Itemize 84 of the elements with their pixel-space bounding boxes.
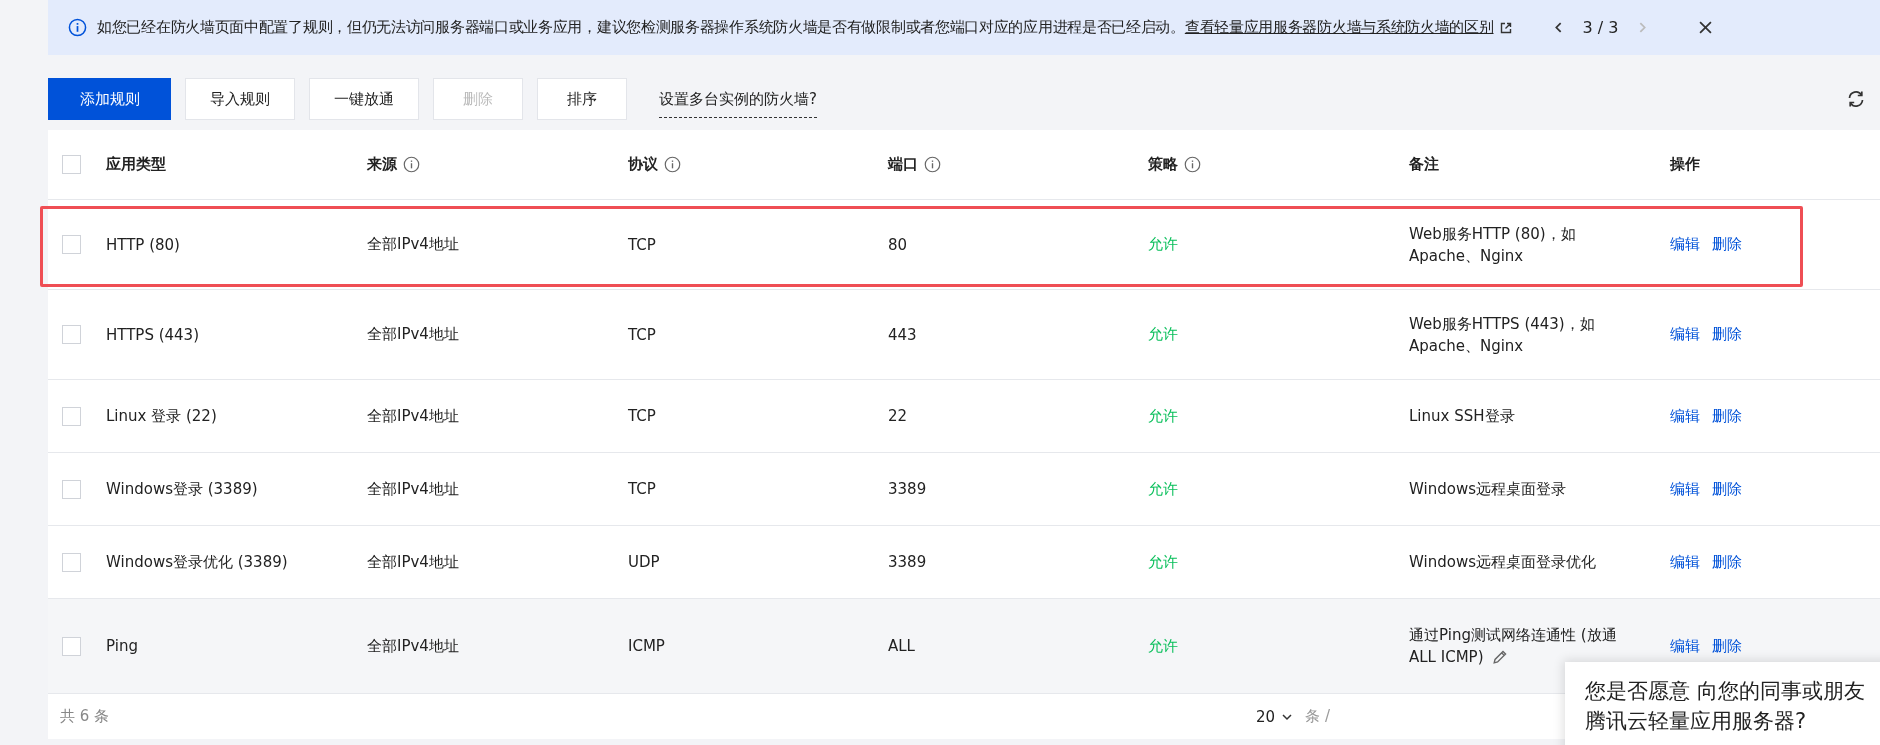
action-link[interactable]: 删除	[1712, 325, 1742, 344]
table-cell-text: 通过Ping测试网络连通性 (放通 ALL ICMP)	[1409, 625, 1618, 668]
difference-link[interactable]: 查看轻量应用服务器防火墙与系统防火墙的区别	[1184, 18, 1494, 37]
policy-status: 允许	[1148, 636, 1178, 656]
close-icon[interactable]	[1699, 21, 1713, 34]
page-size-select[interactable]: 20	[1256, 707, 1294, 726]
table-cell: HTTPS (443)	[106, 325, 199, 344]
table-cell: 80	[888, 235, 908, 254]
policy-status: 允许	[1148, 479, 1178, 499]
column-header: 备注	[1409, 155, 1439, 174]
notice-text: 如您已经在防火墙页面中配置了规则，但仍无法访问服务器端口或业务应用，建议您检测服务器操作系统防火墙是否有做限制或者您端口对应的应用进程是否已经启动。	[97, 18, 1185, 37]
action-link[interactable]: 编辑	[1670, 235, 1700, 254]
table-cell: TCP	[628, 235, 656, 254]
column-header: 来源	[367, 155, 397, 174]
table-cell: 全部IPv4地址	[367, 235, 459, 254]
row-checkbox[interactable]	[62, 406, 81, 426]
column-header: 策略	[1148, 155, 1178, 174]
table-cell-text: Windows远程桌面登录优化	[1409, 552, 1596, 573]
total-count: 共 6 条	[60, 707, 110, 726]
select-all-checkbox[interactable]	[62, 155, 81, 174]
table-cell: 全部IPv4地址	[367, 636, 459, 656]
action-link[interactable]: 编辑	[1670, 325, 1700, 344]
row-checkbox[interactable]	[62, 552, 81, 572]
row-checkbox[interactable]	[62, 325, 81, 344]
toolbar-button[interactable]: 一键放通	[309, 78, 419, 120]
table-cell: TCP	[628, 325, 656, 344]
page-size-unit: 条 /	[1305, 707, 1330, 726]
info-icon[interactable]	[403, 156, 420, 173]
action-link[interactable]: 编辑	[1670, 479, 1700, 499]
table-cell: 3389	[888, 480, 927, 498]
policy-status: 允许	[1148, 235, 1178, 254]
action-link[interactable]: 删除	[1712, 406, 1742, 426]
table-cell: 443	[888, 325, 917, 344]
column-header: 应用类型	[106, 155, 166, 174]
action-link[interactable]: 删除	[1712, 479, 1742, 499]
table-cell: TCP	[628, 407, 656, 425]
policy-status: 允许	[1148, 325, 1178, 344]
table-cell: ALL	[888, 637, 915, 655]
multi-instance-link[interactable]: 设置多台实例的防火墙?	[659, 80, 817, 118]
table-cell: 全部IPv4地址	[367, 552, 459, 572]
table-cell-text: Web服务HTTP (80)，如 Apache、Nginx	[1409, 223, 1577, 267]
toolbar-button[interactable]: 排序	[537, 78, 627, 120]
row-checkbox[interactable]	[62, 479, 81, 499]
pencil-icon[interactable]	[1491, 649, 1509, 666]
action-link[interactable]: 删除	[1712, 552, 1742, 572]
info-icon[interactable]	[1184, 156, 1201, 173]
table-cell: 全部IPv4地址	[367, 325, 459, 344]
column-header: 协议	[628, 155, 658, 174]
table-cell: TCP	[628, 480, 656, 498]
row-checkbox[interactable]	[62, 636, 81, 656]
row-checkbox[interactable]	[62, 235, 81, 254]
info-icon	[68, 18, 87, 37]
table-cell-text: Linux SSH登录	[1409, 406, 1515, 427]
popup-text: 腾讯云轻量应用服务器?	[1585, 708, 1808, 735]
table-cell: 全部IPv4地址	[367, 406, 459, 426]
action-link[interactable]: 编辑	[1670, 636, 1700, 656]
table-cell: HTTP (80)	[106, 235, 180, 254]
table-cell-text: Windows远程桌面登录	[1409, 479, 1566, 500]
action-link[interactable]: 编辑	[1670, 552, 1700, 572]
table-cell: Linux 登录 (22)	[106, 406, 217, 426]
popup-text: 您是否愿意 向您的同事或朋友	[1585, 678, 1866, 705]
action-link[interactable]: 编辑	[1670, 406, 1700, 426]
page-indicator: 3 / 3	[1582, 18, 1619, 37]
table-cell: UDP	[628, 553, 660, 571]
table-cell: 22	[888, 407, 908, 425]
toolbar-button[interactable]: 添加规则	[48, 78, 171, 120]
policy-status: 允许	[1148, 406, 1178, 426]
info-icon[interactable]	[924, 156, 941, 173]
column-header: 端口	[888, 155, 918, 174]
toolbar-button[interactable]: 导入规则	[185, 78, 295, 120]
table-cell: Windows登录 (3389)	[106, 479, 258, 499]
info-icon[interactable]	[664, 156, 681, 173]
refresh-icon[interactable]	[1846, 89, 1866, 109]
table-cell-text: Web服务HTTPS (443)，如 Apache、Nginx	[1409, 313, 1596, 357]
column-header: 操作	[1670, 155, 1700, 174]
table-cell: 全部IPv4地址	[367, 479, 459, 499]
table-cell: 3389	[888, 553, 927, 571]
policy-status: 允许	[1148, 552, 1178, 572]
table-cell: Ping	[106, 637, 138, 655]
table-cell: Windows登录优化 (3389)	[106, 552, 288, 572]
action-link[interactable]: 删除	[1712, 235, 1742, 254]
action-link[interactable]: 删除	[1712, 636, 1742, 656]
external-link-icon[interactable]	[1499, 21, 1512, 34]
table-cell: ICMP	[628, 637, 665, 655]
